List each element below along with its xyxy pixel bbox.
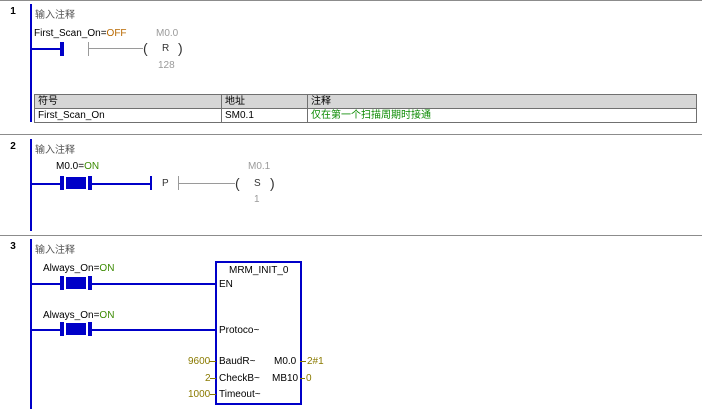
pin-line	[209, 361, 216, 362]
cell-comment: 仅在第一个扫描周期时接通	[311, 110, 431, 121]
col-address: 地址	[222, 95, 308, 108]
network-number: 3	[10, 241, 16, 252]
contact-label[interactable]: Always_On=ON	[43, 310, 114, 321]
power-rail	[30, 139, 32, 231]
contact-left-bar[interactable]	[60, 322, 64, 336]
edge-type[interactable]: P	[162, 178, 169, 189]
table-row[interactable]: First_Scan_On SM0.1 仅在第一个扫描周期时接通	[35, 109, 696, 122]
output-out1-value[interactable]: 2#1	[307, 356, 324, 367]
function-block[interactable]: MRM_INIT_0 EN Protoco~ BaudR~ CheckB~ Ti…	[215, 261, 302, 405]
input-baud-value[interactable]: 9600	[188, 356, 210, 367]
pin-line	[300, 378, 305, 379]
coil-right-paren: )	[178, 40, 183, 56]
coil-right-paren: )	[270, 175, 275, 191]
network-separator	[0, 235, 702, 236]
cell-symbol: First_Scan_On	[35, 109, 222, 122]
contact-left-bar[interactable]	[60, 176, 64, 190]
coil-address[interactable]: M0.1	[248, 161, 270, 172]
contact-left-bar[interactable]	[60, 276, 64, 290]
cell-address: SM0.1	[222, 109, 308, 122]
pin-out1: M0.0	[274, 356, 297, 367]
contact-active-fill	[66, 177, 86, 189]
input-timeout-value[interactable]: 1000	[188, 389, 210, 400]
contact-label[interactable]: Always_On=ON	[43, 263, 114, 274]
network-number: 2	[10, 141, 16, 152]
col-comment: 注释	[311, 96, 331, 107]
network-comment[interactable]: 输入注释	[35, 6, 75, 21]
pin-line	[300, 361, 306, 362]
power-rail	[30, 4, 32, 122]
contact-active-fill	[66, 323, 86, 335]
network-separator	[0, 134, 702, 135]
wire	[92, 283, 216, 285]
network-number: 1	[10, 6, 16, 17]
edge-left-bar[interactable]	[150, 176, 152, 190]
power-rail	[30, 239, 32, 409]
network-comment[interactable]: 输入注释	[35, 241, 75, 256]
wire	[92, 183, 150, 185]
coil-count[interactable]: 128	[158, 60, 175, 71]
coil-left-paren: (	[235, 175, 240, 191]
contact-active-fill	[66, 277, 86, 289]
contact-right-bar	[88, 42, 89, 56]
contact-label[interactable]: First_Scan_On=OFF	[34, 28, 127, 39]
pin-line	[210, 378, 216, 379]
pin-line	[210, 394, 216, 395]
block-title: MRM_INIT_0	[229, 265, 289, 276]
wire-disabled	[89, 48, 143, 49]
col-symbol: 符号	[35, 95, 222, 108]
wire	[32, 329, 60, 331]
pin-timeout: Timeout~	[219, 389, 261, 400]
pin-check: CheckB~	[219, 373, 260, 384]
pin-protocol: Protoco~	[219, 325, 260, 336]
pin-out2: MB10	[272, 373, 299, 384]
wire	[32, 283, 60, 285]
wire	[32, 183, 60, 185]
wire	[32, 48, 60, 50]
pin-baud: BaudR~	[219, 356, 256, 367]
network-separator	[0, 0, 702, 1]
coil-left-paren: (	[143, 40, 148, 56]
coil-count[interactable]: 1	[254, 194, 260, 205]
coil-type[interactable]: R	[162, 43, 169, 54]
coil-type[interactable]: S	[254, 178, 261, 189]
wire	[92, 329, 216, 331]
wire-disabled	[179, 183, 235, 184]
output-out2-value[interactable]: 0	[306, 373, 312, 384]
pin-en: EN	[219, 279, 233, 290]
contact-left-bar[interactable]	[60, 42, 64, 56]
symbol-table: 符号 地址 注释 First_Scan_On SM0.1 仅在第一个扫描周期时接…	[34, 94, 697, 123]
symbol-table-header: 符号 地址 注释	[35, 95, 696, 109]
coil-address[interactable]: M0.0	[156, 28, 178, 39]
contact-label[interactable]: M0.0=ON	[56, 161, 99, 172]
network-comment[interactable]: 输入注释	[35, 141, 75, 156]
